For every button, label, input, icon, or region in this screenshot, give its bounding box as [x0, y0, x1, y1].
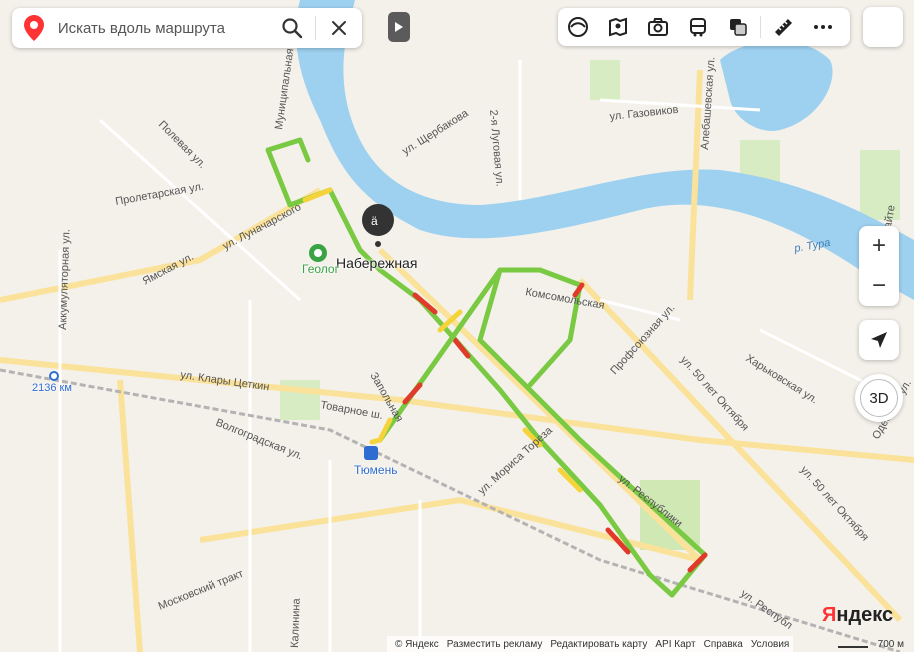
transport-icon: [690, 18, 706, 37]
panorama-button[interactable]: [598, 8, 638, 46]
photo-button[interactable]: [638, 8, 678, 46]
footer-link[interactable]: Разместить рекламу: [447, 639, 543, 650]
route-search-input[interactable]: [55, 18, 270, 38]
copyright-text: © Яндекс: [395, 638, 439, 650]
more-button[interactable]: [803, 8, 843, 46]
footer-link[interactable]: API Карт: [655, 639, 695, 650]
ruler-icon: [775, 19, 792, 36]
locate-me-button[interactable]: [859, 320, 899, 360]
transport-button[interactable]: [678, 8, 718, 46]
photo-icon: [648, 18, 668, 36]
station-2136-marker[interactable]: [49, 371, 59, 381]
search-icon: [282, 18, 303, 39]
geolog-marker[interactable]: [309, 244, 327, 262]
layers-button[interactable]: [558, 8, 598, 46]
divider: [760, 16, 761, 38]
route-button[interactable]: [718, 8, 758, 46]
svg-text:ä: ä: [371, 214, 378, 228]
map-toolbar: [558, 8, 850, 46]
zoom-controls: + −: [859, 226, 899, 306]
scale-label: 700 м: [877, 638, 904, 650]
tyumen-label[interactable]: Тюмень: [354, 463, 397, 477]
route-search-box: [12, 8, 362, 48]
panorama-icon: [609, 17, 627, 37]
map-canvas[interactable]: Муниципальная ул. Полевая ул. Пролетарск…: [0, 0, 914, 652]
location-pin-icon: [12, 8, 56, 48]
close-icon: [332, 21, 347, 35]
route-icon: [730, 19, 747, 36]
footer-link[interactable]: Справка: [704, 639, 743, 650]
zoom-out-button[interactable]: −: [859, 266, 899, 306]
close-button[interactable]: [316, 8, 362, 48]
scale-bar: [838, 646, 868, 648]
yandex-logo: Яндекс: [822, 604, 894, 626]
more-icon: [814, 25, 832, 29]
ruler-button[interactable]: [763, 8, 803, 46]
navigation-arrow-icon: [871, 332, 887, 348]
footer-link[interactable]: Условия: [751, 639, 790, 650]
street-label: Калинина: [289, 597, 303, 648]
layers-icon: [568, 17, 588, 37]
3d-toggle-button[interactable]: 3D: [855, 374, 903, 422]
station-2136-label[interactable]: 2136 км: [32, 382, 72, 394]
geolog-label[interactable]: Геолог: [302, 262, 339, 276]
zoom-in-button[interactable]: +: [859, 226, 899, 266]
map-footer: © Яндекс Разместить рекламу Редактироват…: [387, 636, 794, 652]
map-scale: 700 м: [818, 636, 914, 652]
park-area: [590, 60, 620, 100]
3d-label: 3D: [860, 379, 898, 417]
collapse-panel-button[interactable]: [388, 12, 410, 42]
play-arrow-icon: [395, 22, 403, 32]
footer-link[interactable]: Редактировать карту: [550, 639, 647, 650]
search-button[interactable]: [269, 8, 315, 48]
profile-button[interactable]: [863, 7, 903, 47]
tyumen-station-marker[interactable]: [364, 446, 378, 460]
naberezhnaya-label[interactable]: Набережная: [336, 255, 417, 271]
